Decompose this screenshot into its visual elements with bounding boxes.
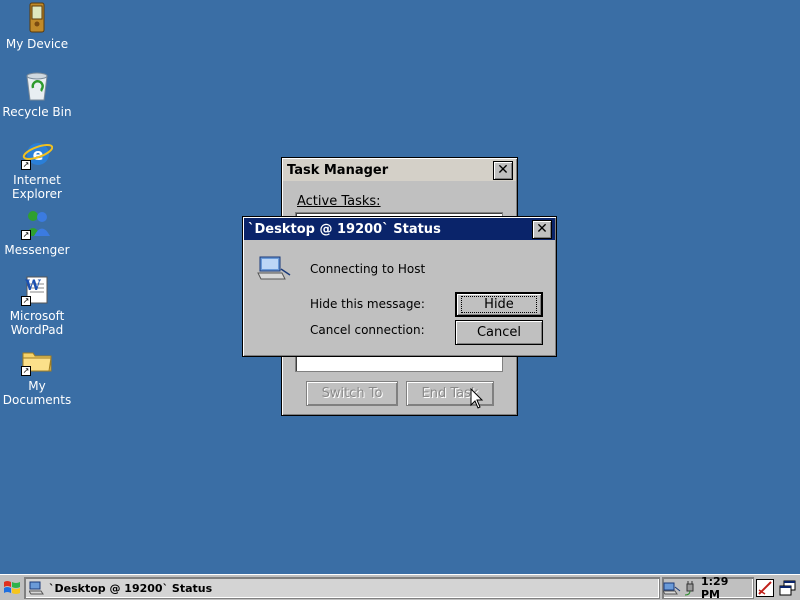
system-tray: 1:29 PM: [662, 575, 754, 600]
desktop-icon-label: Recycle Bin: [2, 105, 72, 119]
wordpad-icon: W ↗: [21, 274, 53, 306]
desktop-icon-label: My Documents: [2, 379, 72, 407]
recycle-bin-icon: [21, 70, 53, 102]
close-icon: ✕: [536, 221, 548, 237]
pda-device-icon: [21, 2, 53, 34]
hide-button[interactable]: Hide: [455, 292, 543, 317]
task-manager-title: Task Manager: [287, 162, 389, 178]
task-manager-close-button[interactable]: ✕: [493, 160, 513, 180]
network-tray-icon[interactable]: [662, 581, 681, 595]
shortcut-arrow-icon: ↗: [21, 230, 31, 240]
desktop-icon-my-device[interactable]: My Device: [1, 2, 73, 51]
taskbar-task-status[interactable]: `Desktop @ 19200` Status: [24, 577, 660, 599]
connection-icon: [28, 581, 45, 595]
status-dialog: `Desktop @ 19200` Status ✕ Connecting to…: [242, 216, 557, 357]
shortcut-arrow-icon: ↗: [21, 296, 31, 306]
active-tasks-label: Active Tasks:: [297, 194, 381, 209]
clock[interactable]: 1:29 PM: [701, 575, 749, 600]
desktop-icon-label: Microsoft WordPad: [9, 309, 65, 337]
status-dialog-titlebar[interactable]: `Desktop @ 19200` Status ✕: [244, 218, 555, 240]
status-message: Connecting to Host: [310, 262, 426, 276]
status-dialog-title: `Desktop @ 19200` Status: [248, 221, 441, 237]
close-icon: ✕: [497, 162, 509, 178]
shortcut-arrow-icon: ↗: [21, 366, 31, 376]
messenger-icon: ↗: [21, 208, 53, 240]
windows-logo-icon: [4, 581, 20, 594]
desktop-icon-wordpad[interactable]: W ↗ Microsoft WordPad: [1, 274, 73, 337]
folder-icon: ↗: [21, 344, 53, 376]
status-dialog-close-button[interactable]: ✕: [532, 219, 552, 239]
cancel-button[interactable]: Cancel: [455, 320, 543, 345]
desktop-icon-label: My Device: [5, 37, 69, 51]
connection-icon: [257, 253, 291, 283]
desktop-icon-messenger[interactable]: ↗ Messenger: [1, 208, 73, 257]
mouse-cursor-icon: [470, 387, 484, 410]
switch-to-button[interactable]: Switch To: [306, 381, 398, 406]
power-plug-icon[interactable]: [683, 580, 697, 596]
shortcut-arrow-icon: ↗: [21, 160, 31, 170]
desktop-icon-recycle-bin[interactable]: Recycle Bin: [1, 70, 73, 119]
cancel-prompt-label: Cancel connection:: [310, 323, 425, 337]
desktop-icon-label: Internet Explorer: [12, 173, 62, 201]
show-desktop-icon[interactable]: [779, 579, 797, 597]
internet-explorer-icon: e ↗: [21, 138, 54, 170]
svg-text:W: W: [24, 278, 41, 294]
taskbar: `Desktop @ 19200` Status 1:29 PM: [0, 574, 800, 600]
desktop-icon-my-documents[interactable]: ↗ My Documents: [1, 344, 73, 407]
desktop-icon-internet-explorer[interactable]: e ↗ Internet Explorer: [1, 138, 73, 201]
desktop-icon-label: Messenger: [4, 243, 70, 257]
start-button[interactable]: [2, 577, 22, 599]
task-manager-titlebar[interactable]: Task Manager ✕: [283, 159, 516, 181]
hide-prompt-label: Hide this message:: [310, 297, 425, 311]
input-panel-icon[interactable]: [756, 579, 774, 597]
